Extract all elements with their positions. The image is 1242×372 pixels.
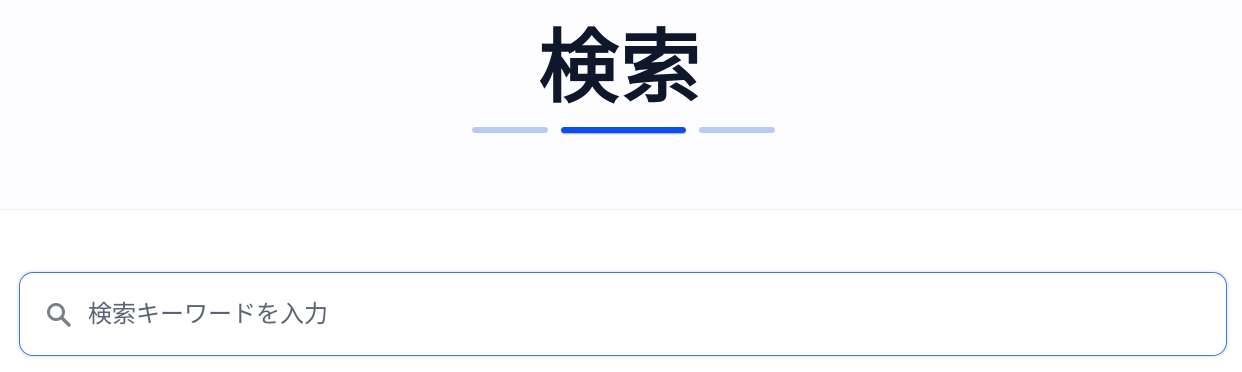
search-icon bbox=[45, 301, 73, 329]
search-box[interactable] bbox=[19, 272, 1227, 356]
search-input[interactable] bbox=[88, 273, 1208, 354]
page-title: 検索 bbox=[539, 21, 703, 114]
title-underline-left bbox=[472, 127, 548, 133]
title-underline-right bbox=[699, 127, 775, 133]
page-header: 検索 bbox=[0, 0, 1242, 210]
title-underline-center bbox=[561, 127, 686, 133]
